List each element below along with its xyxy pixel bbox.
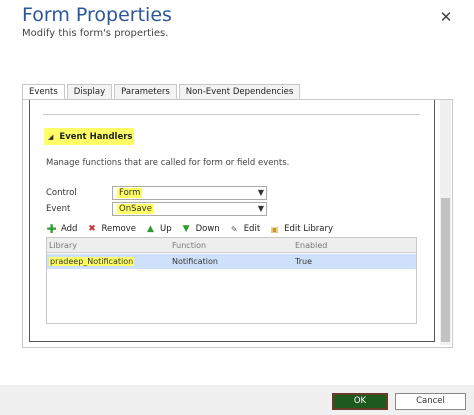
cell-enabled: True (295, 257, 312, 266)
cancel-button[interactable]: Cancel (395, 393, 466, 410)
chevron-down-icon: ▼ (257, 204, 264, 213)
edit-library-label: Edit Library (284, 224, 334, 234)
down-button[interactable]: ▼ Down (181, 224, 220, 235)
section-description: Manage functions that are called for for… (46, 158, 290, 168)
dialog-title: Form Properties (22, 4, 172, 26)
close-icon[interactable]: ✕ (437, 8, 455, 26)
tab-parameters[interactable]: Parameters (114, 84, 177, 100)
vertical-scrollbar[interactable] (440, 100, 451, 345)
handlers-toolbar: ✚ Add ✖ Remove ▲ Up ▼ Down ✎ Edit ▣ Edit… (46, 222, 342, 236)
grid-header: Library Function Enabled (47, 238, 416, 253)
remove-label: Remove (101, 224, 136, 234)
library-name: pradeep_Notification (49, 257, 135, 266)
control-select[interactable]: Form ▼ (112, 186, 267, 200)
add-label: Add (61, 224, 78, 234)
scrollbar-thumb[interactable] (441, 198, 450, 342)
column-header-enabled[interactable]: Enabled (293, 238, 416, 252)
control-select-value: Form (117, 188, 143, 198)
down-label: Down (195, 224, 220, 234)
column-header-function[interactable]: Function (170, 238, 293, 252)
ok-button[interactable]: OK (332, 393, 388, 410)
tab-non-event-dependencies[interactable]: Non-Event Dependencies (178, 84, 301, 100)
cell-library: pradeep_Notification (47, 254, 170, 269)
dialog-subtitle: Modify this form's properties. (22, 28, 169, 39)
section-divider (43, 114, 420, 115)
tab-strip: Events Display Parameters Non-Event Depe… (22, 84, 302, 101)
handlers-grid: Library Function Enabled pradeep_Notific… (46, 237, 417, 324)
collapse-triangle-icon[interactable]: ◢ (48, 133, 53, 141)
arrow-down-icon: ▼ (182, 223, 190, 234)
event-select-value: OnSave (117, 204, 154, 214)
edit-label: Edit (243, 224, 261, 234)
plus-icon: ✚ (46, 221, 57, 236)
edit-library-button[interactable]: ▣ Edit Library (269, 224, 333, 235)
cell-function: Notification (172, 257, 218, 266)
remove-button[interactable]: ✖ Remove (86, 224, 136, 235)
section-title: Event Handlers (59, 131, 133, 142)
column-header-library[interactable]: Library (47, 238, 170, 252)
event-label: Event (46, 204, 71, 214)
remove-icon: ✖ (88, 223, 96, 234)
up-label: Up (159, 224, 172, 234)
event-handlers-section-header[interactable]: ◢ Event Handlers (44, 128, 134, 145)
up-button[interactable]: ▲ Up (145, 224, 172, 235)
event-select[interactable]: OnSave ▼ (112, 202, 267, 216)
tab-display[interactable]: Display (66, 84, 113, 100)
chevron-down-icon: ▼ (257, 188, 264, 197)
add-button[interactable]: ✚ Add (46, 221, 78, 236)
control-label: Control (46, 188, 77, 198)
library-icon: ▣ (270, 224, 279, 234)
edit-icon: ✎ (230, 224, 238, 234)
arrow-up-icon: ▲ (147, 223, 154, 234)
edit-button[interactable]: ✎ Edit (229, 224, 260, 235)
table-row[interactable]: pradeep_Notification Notification True (47, 254, 416, 269)
